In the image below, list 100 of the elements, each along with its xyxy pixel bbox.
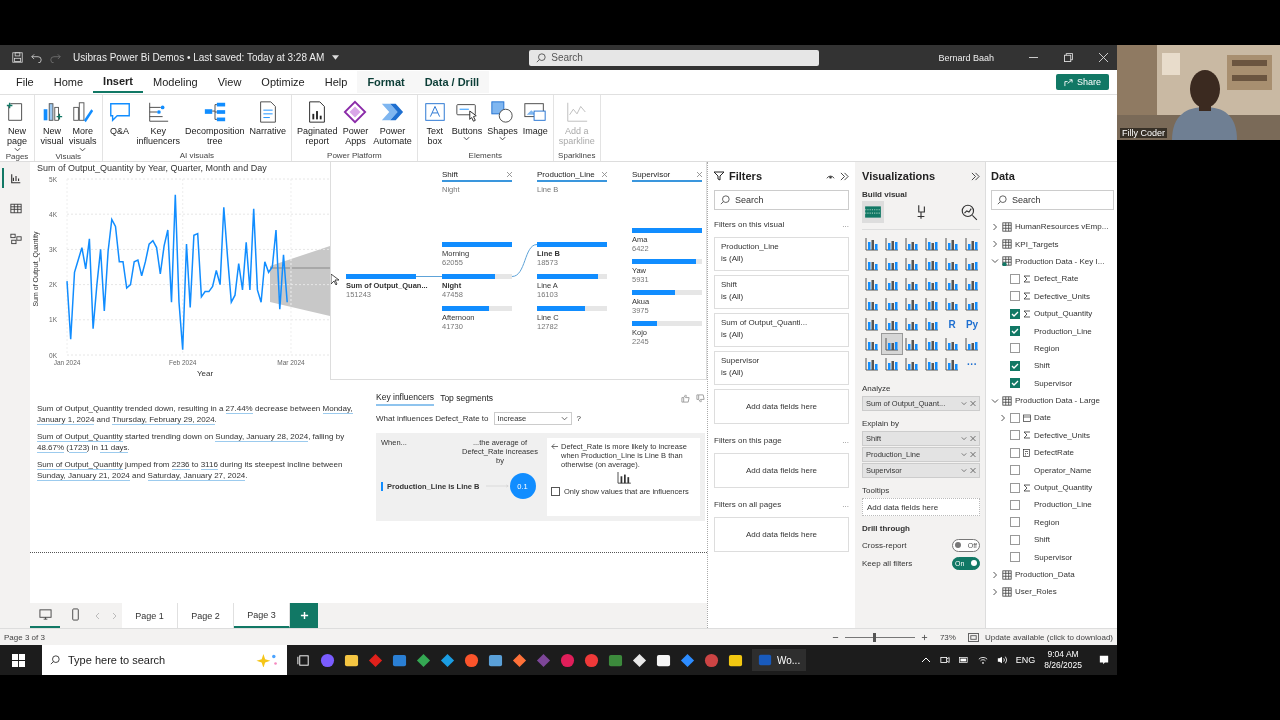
menu-tab[interactable]: File <box>6 71 44 93</box>
app-icon[interactable] <box>488 652 503 668</box>
table-name[interactable]: HumanResources vEmp... <box>1015 222 1109 232</box>
battery-icon[interactable] <box>958 655 969 665</box>
ribbon-button[interactable]: Paginated report <box>295 97 340 151</box>
ribbon-button[interactable]: Power Automate <box>371 97 414 151</box>
field-name[interactable]: DefectRate <box>1034 448 1075 458</box>
field-name[interactable]: Defective_Units <box>1034 291 1091 301</box>
node-bar[interactable] <box>632 321 702 326</box>
wifi-icon[interactable] <box>977 655 988 665</box>
page-tab[interactable]: Page 2 <box>178 603 234 628</box>
app-icon[interactable] <box>632 652 647 668</box>
app-icon[interactable] <box>440 652 455 668</box>
thumbs-up-icon[interactable] <box>681 393 690 403</box>
share-button[interactable]: Share <box>1055 74 1109 90</box>
node-bar[interactable] <box>537 306 607 311</box>
visual-tab[interactable]: Key influencers <box>376 390 435 406</box>
ribbon-button[interactable]: Text box <box>420 97 449 151</box>
page-tab[interactable]: Page 1 <box>122 603 178 628</box>
ribbon-button[interactable]: Shapes <box>485 97 520 151</box>
node-bar[interactable] <box>442 242 512 247</box>
windows-logo-icon[interactable] <box>12 653 25 667</box>
notification-icon[interactable] <box>1099 655 1109 665</box>
node-bar[interactable] <box>632 228 702 233</box>
field-name[interactable]: Output_Quantity <box>1034 309 1093 319</box>
help-mark[interactable]: ? <box>576 414 581 423</box>
more-options[interactable]: ... <box>842 500 849 509</box>
ribbon-button[interactable]: New visual <box>38 97 66 152</box>
field-name[interactable]: Operator_Name <box>1034 465 1092 475</box>
drop-zone[interactable]: Add data fields here <box>714 453 849 488</box>
field-name[interactable]: Production_Line <box>1034 326 1092 336</box>
menu-tab[interactable]: Data / Drill <box>414 71 490 93</box>
node-bar[interactable] <box>537 274 607 279</box>
table-name[interactable]: User_Roles <box>1015 587 1057 597</box>
field-name[interactable]: Supervisor <box>1034 378 1073 388</box>
app-icon[interactable] <box>512 652 527 668</box>
camera-icon[interactable] <box>939 655 950 665</box>
filter-card[interactable]: Production_Line is (All) <box>714 237 849 271</box>
filter-card[interactable]: Shift is (All) <box>714 275 849 309</box>
filter-card[interactable]: Sum of Output_Quanti... is (All) <box>714 313 849 347</box>
drop-zone[interactable]: Add data fields here <box>862 498 980 516</box>
checkbox[interactable] <box>1010 308 1020 319</box>
more-options[interactable]: ... <box>842 436 849 445</box>
checkbox[interactable] <box>1010 517 1020 528</box>
ribbon-button[interactable]: Narrative <box>247 97 289 151</box>
search-field[interactable]: Search <box>714 190 849 210</box>
chevron-up-icon[interactable] <box>920 655 931 665</box>
app-icon[interactable] <box>656 652 671 668</box>
taskbar-app-button[interactable]: Wo... <box>752 649 807 671</box>
thumbs-down-icon[interactable] <box>696 393 705 403</box>
zoom-in-icon[interactable] <box>920 633 928 641</box>
visual-type-button[interactable]: ··· <box>962 354 982 374</box>
field-name[interactable]: Date <box>1034 413 1051 423</box>
visual-type-button[interactable]: Py <box>962 314 982 334</box>
checkbox[interactable] <box>1010 534 1020 545</box>
ribbon-button[interactable]: Buttons <box>449 97 485 151</box>
drop-zone[interactable]: Add data fields here <box>714 517 849 552</box>
taskbar-search-field[interactable]: Type here to search <box>42 645 287 675</box>
field-name[interactable]: Production_Line <box>1034 500 1092 510</box>
ribbon-button[interactable]: Decomposition tree <box>183 97 247 151</box>
checkbox[interactable] <box>1010 343 1020 354</box>
field-grid-tab[interactable] <box>862 201 884 223</box>
menu-tab[interactable]: View <box>207 71 252 93</box>
restore-icon[interactable] <box>1064 53 1073 62</box>
checkbox[interactable] <box>1010 413 1020 423</box>
language-indicator[interactable]: ENG <box>1015 655 1036 665</box>
search-field[interactable]: Search <box>991 190 1114 210</box>
page-tab[interactable]: Page 3 <box>234 603 290 628</box>
filter-card[interactable]: Supervisor is (All) <box>714 351 849 385</box>
checkbox[interactable] <box>1010 273 1020 284</box>
ribbon-button[interactable]: More visuals <box>67 97 99 152</box>
table-name[interactable]: Production Data - Key I... <box>1015 256 1105 266</box>
field-name[interactable]: Shift <box>1034 535 1050 545</box>
node-bar[interactable] <box>442 306 512 311</box>
chart-icon[interactable] <box>882 334 902 354</box>
menu-tab[interactable]: Format <box>357 71 415 93</box>
field-name[interactable]: Supervisor <box>1034 552 1073 562</box>
clock-date[interactable]: 8/26/2025 <box>1044 660 1082 671</box>
checkbox[interactable] <box>1010 430 1020 441</box>
caret-icon[interactable] <box>332 55 340 60</box>
checkbox[interactable] <box>1010 291 1020 302</box>
back-arrow-icon[interactable] <box>551 443 558 450</box>
ribbon-button[interactable]: Q&A <box>105 97 134 151</box>
save-icon[interactable] <box>12 52 23 63</box>
node-bar[interactable] <box>632 290 702 295</box>
checkbox[interactable] <box>551 487 560 496</box>
menu-tab[interactable]: Optimize <box>251 71 315 93</box>
field-name[interactable]: Defective_Units <box>1034 430 1091 440</box>
menu-tab[interactable]: Home <box>43 71 94 93</box>
undo-icon[interactable] <box>31 52 42 63</box>
task-view-icon[interactable] <box>296 652 311 668</box>
clock-time[interactable]: 9:04 AM <box>1047 649 1079 660</box>
visual-tab[interactable]: Top segments <box>440 391 494 405</box>
visual-type-button[interactable]: R <box>942 314 962 334</box>
field-name[interactable]: Output_Quantity <box>1034 483 1093 493</box>
fit-page-icon[interactable] <box>967 632 979 642</box>
collapse-icon[interactable] <box>971 171 980 181</box>
ribbon-button[interactable]: Key influencers <box>134 97 183 151</box>
field-name[interactable]: Shift <box>1034 361 1050 371</box>
app-icon[interactable] <box>416 652 431 668</box>
